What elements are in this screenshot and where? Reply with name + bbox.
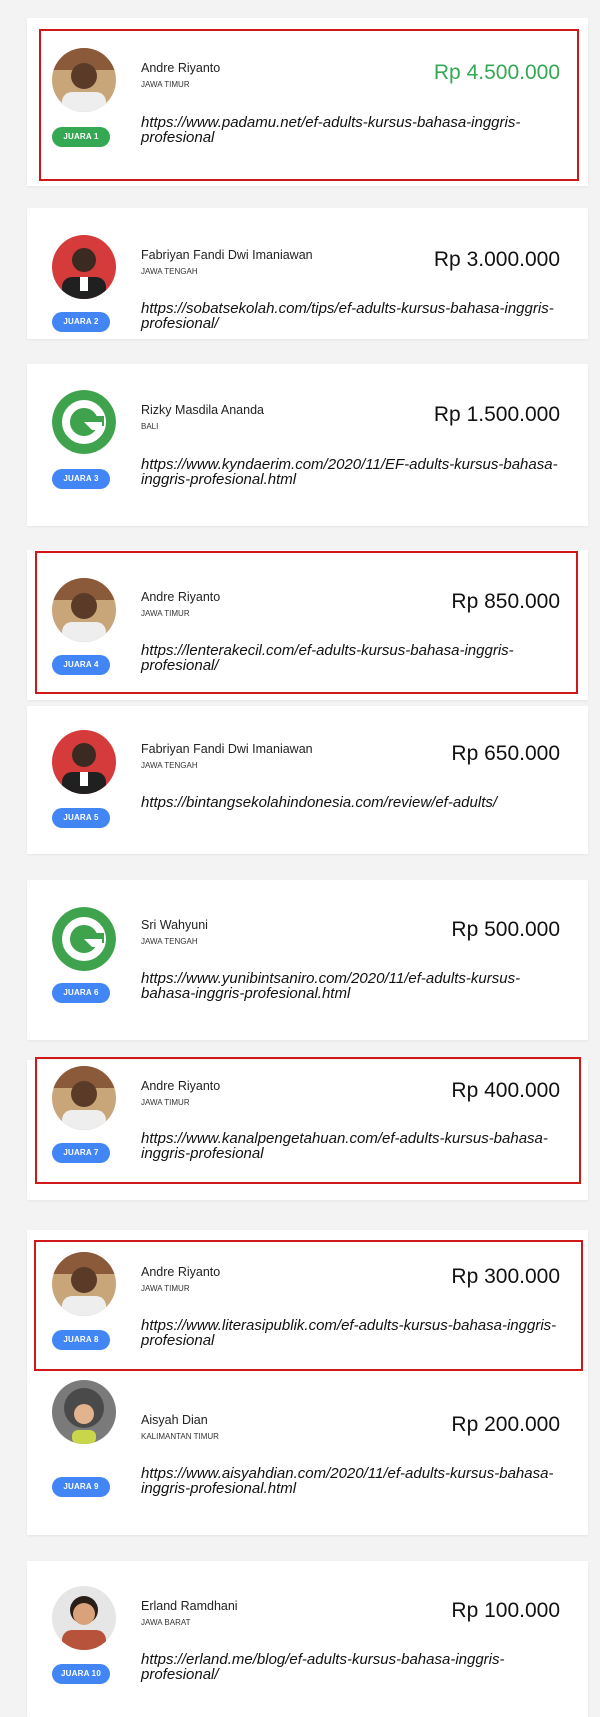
winner-region: JAWA TENGAH [141,937,198,946]
winner-region: JAWA TIMUR [141,80,190,89]
rank-badge: JUARA 3 [52,469,110,489]
winner-region: JAWA TIMUR [141,1098,190,1107]
article-link[interactable]: https://sobatsekolah.com/tips/ef-adults-… [141,301,561,331]
green-g-logo-icon [52,390,116,454]
winner-region: KALIMANTAN TIMUR [141,1432,219,1441]
prize-amount: Rp 850.000 [451,590,560,613]
winner-name: Aisyah Dian [141,1413,208,1427]
article-link[interactable]: https://lenterakecil.com/ef-adults-kursu… [141,643,561,673]
article-link[interactable]: https://www.literasipublik.com/ef-adults… [141,1318,561,1348]
winner-name: Sri Wahyuni [141,918,208,932]
rank-badge: JUARA 6 [52,983,110,1003]
winner-region: JAWA TIMUR [141,1284,190,1293]
winner-region: JAWA BARAT [141,1618,191,1627]
article-link[interactable]: https://www.kanalpengetahuan.com/ef-adul… [141,1131,561,1161]
winner-name: Andre Riyanto [141,61,221,75]
rank-badge: JUARA 9 [52,1477,110,1497]
prize-amount: Rp 1.500.000 [433,403,560,426]
winner-name: Rizky Masdila Ananda [141,403,264,417]
photo-student-avatar-icon [52,235,116,299]
winner-name: Andre Riyanto [141,590,221,604]
rank-badge: JUARA 2 [52,312,110,332]
article-link[interactable]: https://www.aisyahdian.com/2020/11/ef-ad… [141,1466,561,1496]
winner-name: Fabriyan Fandi Dwi Imaniawan [141,248,313,262]
prize-amount: Rp 400.000 [451,1079,560,1102]
winner-name: Erland Ramdhani [141,1599,238,1613]
winner-card: JUARA 1 Andre Riyanto JAWA TIMUR Rp 4.50… [27,18,588,186]
photo-man-avatar-icon [52,1252,116,1316]
rank-badge: JUARA 10 [52,1664,110,1684]
article-link[interactable]: https://erland.me/blog/ef-adults-kursus-… [141,1652,561,1682]
photo-man-avatar-icon [52,48,116,112]
prize-amount: Rp 4.500.000 [433,61,560,84]
winner-card: JUARA 10 Erland Ramdhani JAWA BARAT Rp 1… [27,1561,588,1717]
winner-card: JUARA 6 Sri Wahyuni JAWA TENGAH Rp 500.0… [27,880,588,1040]
winner-card: JUARA 7 Andre Riyanto JAWA TIMUR Rp 400.… [27,1060,588,1200]
winner-region: JAWA TIMUR [141,609,190,618]
prize-amount: Rp 200.000 [451,1413,560,1436]
winner-name: Andre Riyanto [141,1265,221,1279]
prize-amount: Rp 650.000 [451,742,560,765]
winner-card: JUARA 8 Andre Riyanto JAWA TIMUR Rp 300.… [27,1230,588,1375]
rank-badge: JUARA 8 [52,1330,110,1350]
winner-region: BALI [141,422,159,431]
winner-card: JUARA 9 Aisyah Dian KALIMANTAN TIMUR Rp … [27,1375,588,1535]
prize-amount: Rp 100.000 [451,1599,560,1622]
article-link[interactable]: https://bintangsekolahindonesia.com/revi… [141,795,561,810]
photo-man-avatar-icon [52,1066,116,1130]
rank-badge: JUARA 4 [52,655,110,675]
prize-amount: Rp 500.000 [451,918,560,941]
rank-badge: JUARA 7 [52,1143,110,1163]
winner-region: JAWA TENGAH [141,761,198,770]
article-link[interactable]: https://www.yunibintsaniro.com/2020/11/e… [141,971,561,1001]
winner-card: JUARA 4 Andre Riyanto JAWA TIMUR Rp 850.… [27,550,588,700]
prize-amount: Rp 3.000.000 [433,248,560,271]
winner-card: JUARA 3 Rizky Masdila Ananda BALI Rp 1.5… [27,364,588,526]
winner-card: JUARA 2 Fabriyan Fandi Dwi Imaniawan JAW… [27,208,588,339]
winner-name: Fabriyan Fandi Dwi Imaniawan [141,742,313,756]
photo-man-avatar-icon [52,578,116,642]
rank-badge: JUARA 5 [52,808,110,828]
photo-boy-avatar-icon [52,1586,116,1650]
photo-student-avatar-icon [52,730,116,794]
photo-woman-avatar-icon [52,1380,116,1444]
article-link[interactable]: https://www.padamu.net/ef-adults-kursus-… [141,115,561,145]
winner-region: JAWA TENGAH [141,267,198,276]
green-g-logo-icon [52,907,116,971]
article-link[interactable]: https://www.kyndaerim.com/2020/11/EF-adu… [141,457,561,487]
rank-badge: JUARA 1 [52,127,110,147]
winner-card: JUARA 5 Fabriyan Fandi Dwi Imaniawan JAW… [27,706,588,854]
prize-amount: Rp 300.000 [451,1265,560,1288]
winner-name: Andre Riyanto [141,1079,221,1093]
